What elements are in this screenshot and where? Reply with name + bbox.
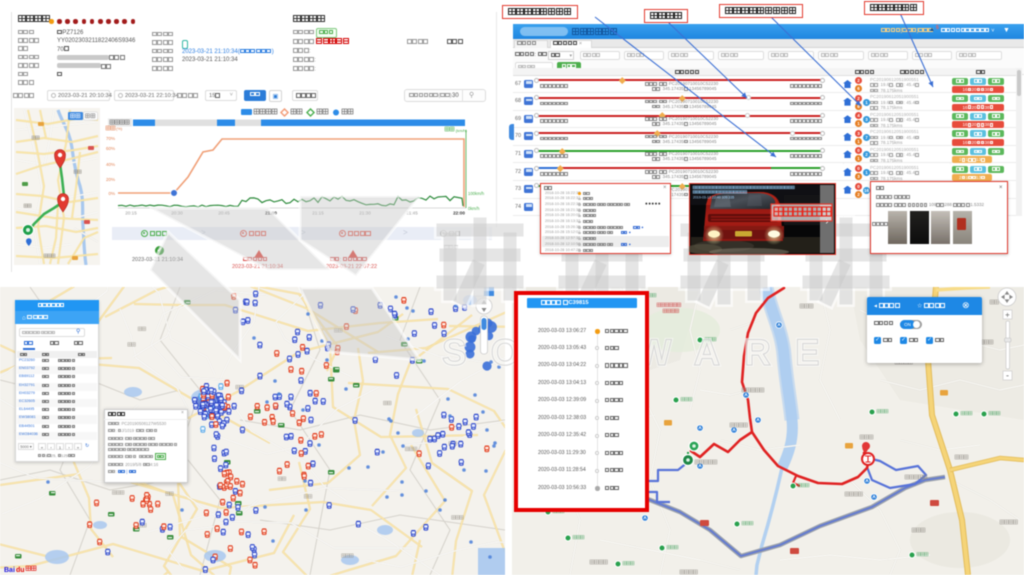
svg-text:20:45: 20:45 <box>218 211 230 216</box>
svg-text:20:30: 20:30 <box>171 211 183 216</box>
svg-text:100km/h: 100km/h <box>468 191 485 196</box>
svg-text:0%: 0% <box>108 191 115 196</box>
svg-text:2019-03-13 22:40 109.335: 2019-03-13 22:40 109.335 <box>693 196 734 200</box>
svg-text:du: du <box>16 567 25 574</box>
svg-text:40%: 40% <box>106 162 115 167</box>
svg-text:21:15: 21:15 <box>312 211 324 216</box>
svg-text:22:00: 22:00 <box>453 211 465 216</box>
svg-text:-: - <box>1006 371 1009 381</box>
svg-text:21:45: 21:45 <box>406 211 418 216</box>
svg-text:+: + <box>1005 311 1010 320</box>
svg-text:Bai: Bai <box>4 567 15 574</box>
svg-text:70%: 70% <box>106 136 115 141</box>
svg-text:60%: 60% <box>106 146 115 151</box>
svg-text:21:30: 21:30 <box>359 211 371 216</box>
svg-text:20:15: 20:15 <box>125 211 137 216</box>
svg-text:0km/h: 0km/h <box>468 206 480 211</box>
svg-text:(%): (%) <box>116 126 123 131</box>
svg-text:20%: 20% <box>106 177 115 182</box>
svg-text:21:00: 21:00 <box>265 211 277 216</box>
